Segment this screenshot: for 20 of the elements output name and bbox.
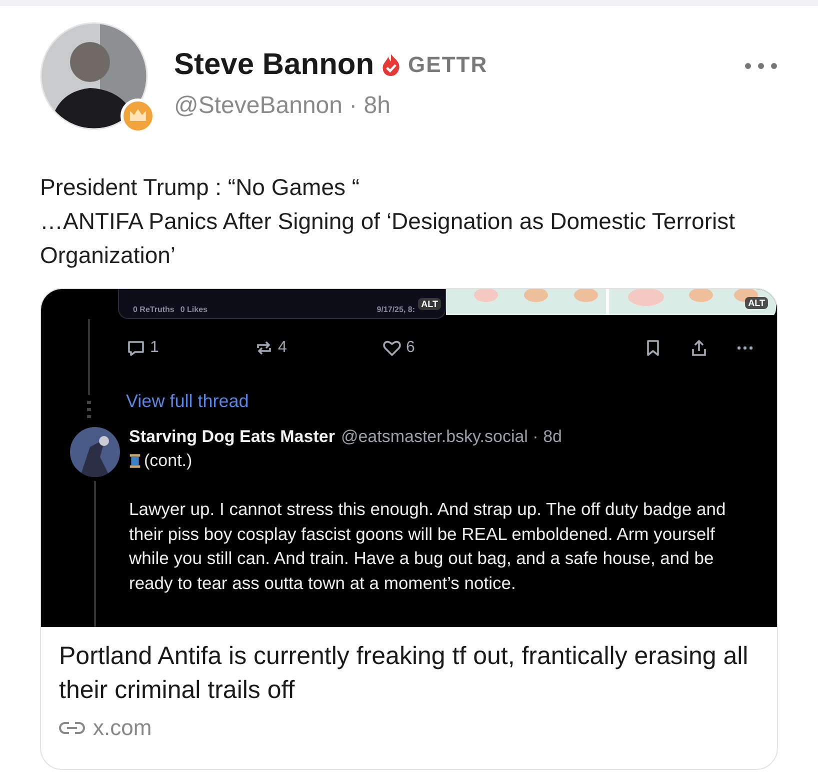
alt-badge[interactable]: ALT bbox=[418, 298, 441, 310]
thread-continued-label: (cont.) bbox=[144, 451, 192, 471]
link-domain: x.com bbox=[93, 715, 152, 741]
action-count: 4 bbox=[278, 339, 287, 357]
likes-count: 0 Likes bbox=[180, 305, 208, 314]
post-text: …ANTIFA Panics After Signing of ‘Designation as Domestic Terrorist Organization’ bbox=[40, 207, 736, 270]
reply-handle-and-time: @eatsmaster.bsky.social · 8d bbox=[340, 427, 562, 447]
timestamp: 9/17/25, 8: bbox=[376, 305, 415, 314]
view-full-thread-link[interactable]: View full thread bbox=[126, 391, 249, 412]
action-count: 1 bbox=[150, 339, 159, 357]
link-title: Portland Antifa is currently freaking tf out, frantically erasing all their criminal trails off bbox=[59, 641, 750, 706]
reply-author-name[interactable]: Starving Dog Eats Master bbox=[129, 427, 335, 447]
author-name[interactable]: Steve Bannon bbox=[174, 48, 374, 82]
handle-and-time: @SteveBannon · 8h bbox=[174, 92, 392, 120]
post-text: President Trump : “No Games “ bbox=[40, 173, 361, 202]
alt-badge[interactable]: ALT bbox=[745, 297, 768, 309]
reply-text: Lawyer up. I cannot stress this enough. And strap up. The off duty badge and their piss boy cosplay fascist goons will be REAL emboldened. Arm yourself while you still can. And train. Have a bug out bag, and a safe house, and be ready to tear ass outta town at a moment’s notice. bbox=[129, 498, 727, 595]
platform-label: GETTR bbox=[408, 52, 488, 78]
action-count: 6 bbox=[406, 339, 415, 357]
retruths-count: 0 ReTruths bbox=[133, 305, 174, 314]
